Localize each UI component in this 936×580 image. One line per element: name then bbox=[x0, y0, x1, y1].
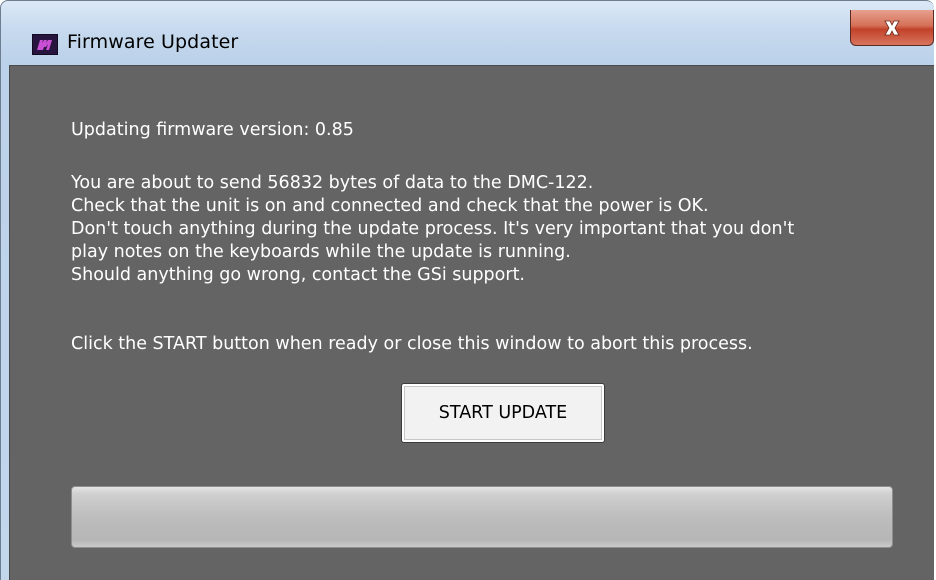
instruction-line: Check that the unit is on and connected … bbox=[71, 196, 709, 216]
instruction-line: Should anything go wrong, contact the GS… bbox=[71, 265, 525, 285]
instructions-block: You are about to send 56832 bytes of dat… bbox=[71, 172, 794, 287]
instruction-line: You are about to send 56832 bytes of dat… bbox=[71, 173, 594, 193]
window-title: Firmware Updater bbox=[67, 31, 239, 53]
dialog-client-area: Updating firmware version: 0.85 You are … bbox=[9, 65, 934, 580]
app-logo-icon bbox=[32, 34, 58, 55]
start-instruction-text: Click the START button when ready or clo… bbox=[71, 334, 753, 354]
instruction-line: Don't touch anything during the update p… bbox=[71, 219, 795, 239]
close-button[interactable] bbox=[850, 10, 934, 46]
firmware-version-text: Updating firmware version: 0.85 bbox=[71, 120, 354, 140]
title-bar[interactable]: Firmware Updater bbox=[1, 1, 934, 65]
update-progress-bar bbox=[71, 486, 893, 548]
start-update-button[interactable]: START UPDATE bbox=[401, 383, 605, 443]
firmware-updater-window: Firmware Updater Updating firmware versi… bbox=[0, 0, 934, 580]
close-icon bbox=[884, 20, 900, 35]
instruction-line: play notes on the keyboards while the up… bbox=[71, 242, 571, 262]
